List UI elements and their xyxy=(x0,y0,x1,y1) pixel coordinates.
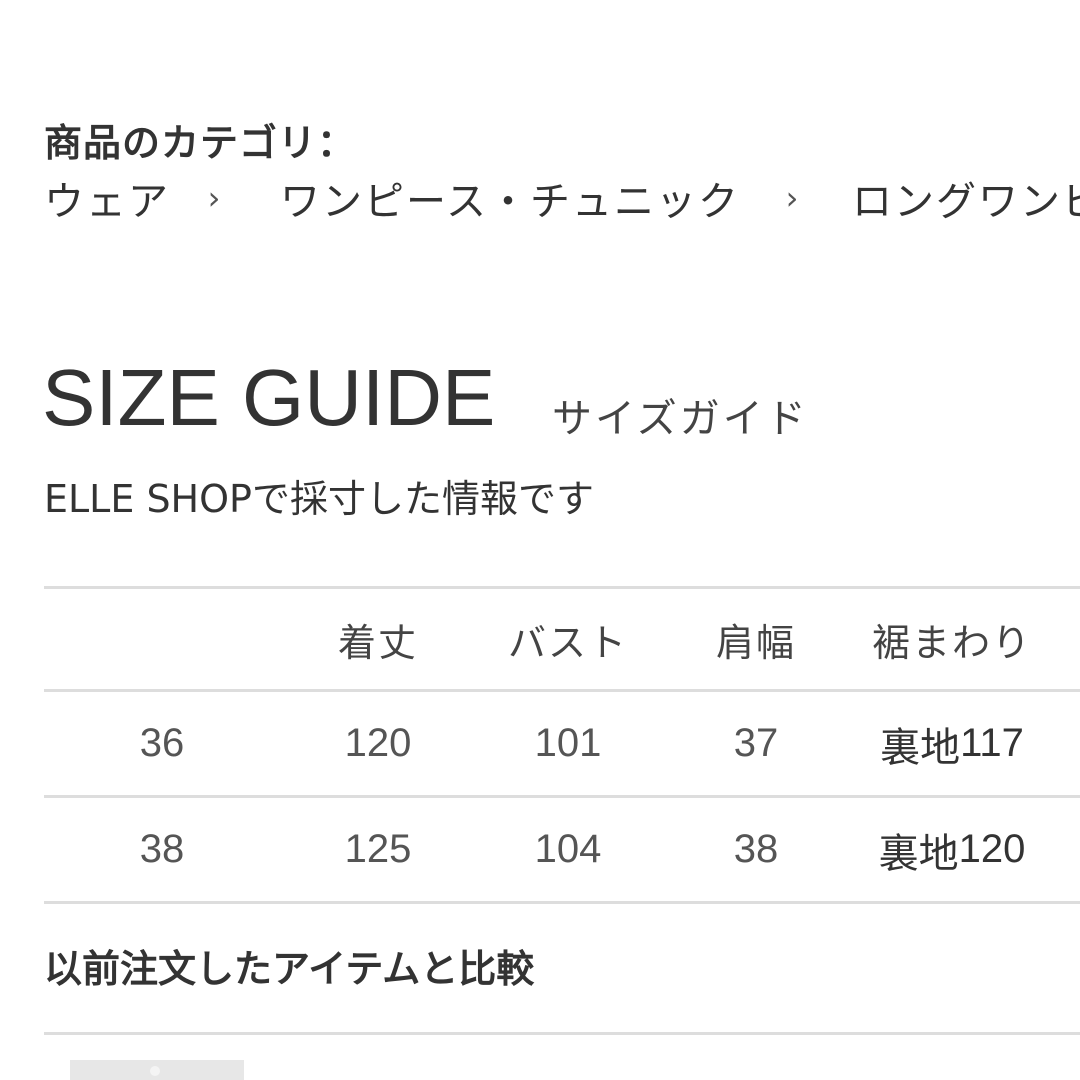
size-guide-note: ELLE SHOPで採寸した情報です xyxy=(44,477,594,521)
category-label: 商品のカテゴリ： xyxy=(44,121,357,165)
compare-title: 以前注文したアイテムと比較 xyxy=(44,947,535,991)
breadcrumb-item-long-onepiece[interactable]: ロングワンピ xyxy=(852,169,1080,227)
size-guide-subtitle: サイズガイド xyxy=(552,396,809,442)
chevron-right-icon: › xyxy=(785,179,801,217)
cell-bust: 101 xyxy=(534,721,602,765)
hem-value: 120 xyxy=(958,827,1026,871)
cell-shoulder: 38 xyxy=(733,827,779,871)
table-header-row: 着丈 バスト 肩幅 裾まわり xyxy=(44,586,1080,689)
breadcrumb-item-onepiece-tunic[interactable]: ワンピース・チュニック xyxy=(280,169,740,227)
chevron-right-icon: › xyxy=(207,179,223,217)
header-size xyxy=(102,589,222,689)
breadcrumb: ウェア › ワンピース・チュニック › ロングワンピ xyxy=(44,170,1080,226)
header-shoulder: 肩幅 xyxy=(715,620,796,665)
table-row: 36 120 101 37 裏地 117 xyxy=(44,689,1080,795)
cell-hem: 裏地 117 xyxy=(852,692,1052,795)
hem-prefix: 裏地 xyxy=(880,724,961,771)
table-row: 38 125 104 38 裏地 120 xyxy=(44,795,1080,904)
cell-shoulder: 37 xyxy=(733,721,779,765)
cell-size: 38 xyxy=(139,827,185,871)
size-guide-title: SIZE GUIDE xyxy=(42,353,496,442)
breadcrumb-item-wear[interactable]: ウェア xyxy=(44,169,170,227)
cell-bust: 104 xyxy=(534,827,602,871)
cell-length: 120 xyxy=(344,721,412,765)
thumbnail-image xyxy=(150,1066,160,1076)
header-bust: バスト xyxy=(507,620,628,665)
cell-size: 36 xyxy=(139,721,185,765)
hem-prefix: 裏地 xyxy=(878,830,959,877)
header-hem: 裾まわり xyxy=(871,620,1032,665)
cell-length: 125 xyxy=(344,827,412,871)
previous-item-thumbnail[interactable] xyxy=(70,1060,244,1080)
cell-hem: 裏地 120 xyxy=(852,798,1052,901)
hem-value: 117 xyxy=(960,721,1024,765)
size-table: 着丈 バスト 肩幅 裾まわり 36 120 101 37 裏地 117 38 12… xyxy=(44,586,1080,904)
header-length: 着丈 xyxy=(337,620,418,665)
size-guide-page: 商品のカテゴリ： ウェア › ワンピース・チュニック › ロングワンピ SIZE… xyxy=(0,0,1080,1080)
divider xyxy=(44,1032,1080,1035)
